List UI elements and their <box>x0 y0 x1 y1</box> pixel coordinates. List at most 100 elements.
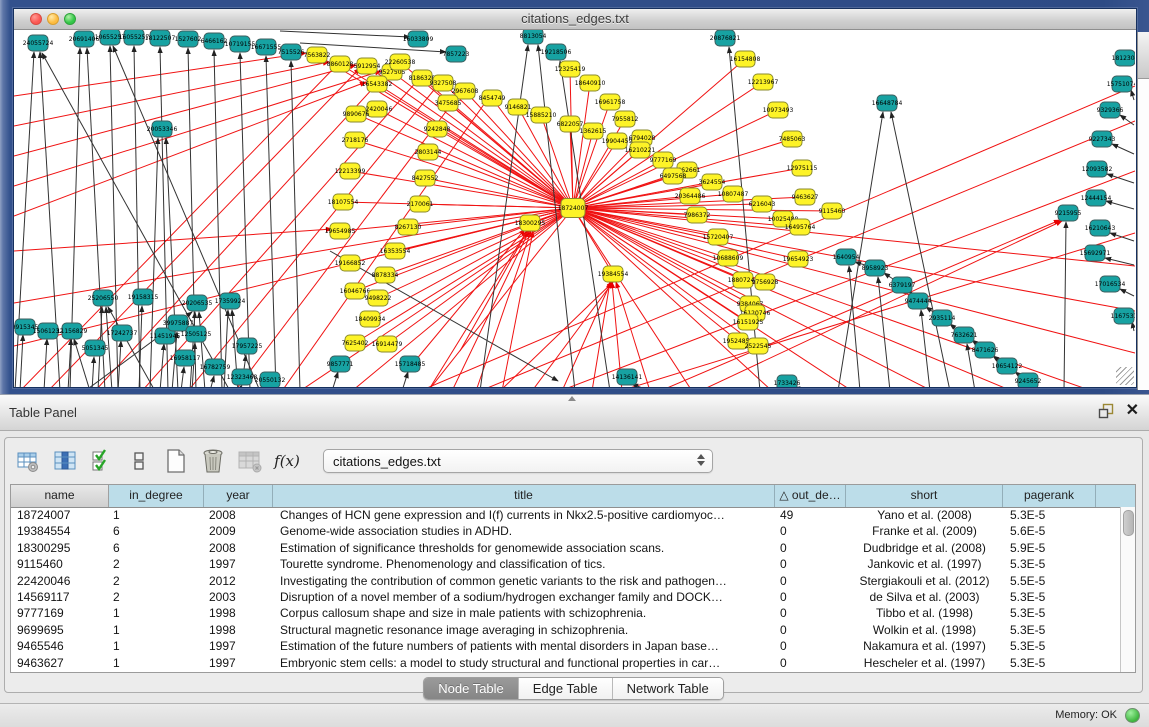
network-node[interactable]: 7986372 <box>684 207 711 223</box>
network-node[interactable]: 9242848 <box>424 121 451 137</box>
column-header-title[interactable]: title <box>273 485 775 507</box>
table-source-select[interactable]: citations_edges.txt <box>323 449 713 473</box>
network-node[interactable]: 1640954 <box>833 249 860 265</box>
network-node[interactable]: 8471626 <box>972 342 999 358</box>
network-node[interactable]: 7857223 <box>443 46 470 62</box>
network-node[interactable]: 20053346 <box>147 121 178 137</box>
network-node[interactable]: 5912954 <box>354 58 381 74</box>
network-node[interactable]: 1733426 <box>774 375 801 387</box>
network-node[interactable]: 9215955 <box>1055 205 1082 221</box>
network-node[interactable]: 1812304 <box>1112 50 1135 66</box>
scrollbar-thumb[interactable] <box>1123 510 1134 536</box>
network-node[interactable]: 2718176 <box>342 132 369 148</box>
table-row[interactable]: 1456911722003Disruption of a novel membe… <box>11 589 1121 605</box>
select-all-icon[interactable] <box>89 448 115 474</box>
network-node[interactable]: 8454749 <box>479 90 506 106</box>
memory-status-indicator[interactable] <box>1125 708 1140 723</box>
network-node[interactable]: 8860128 <box>327 56 354 72</box>
network-node[interactable]: 6466162 <box>201 33 228 49</box>
network-node[interactable]: 2522545 <box>745 338 772 354</box>
network-node[interactable]: 10654122 <box>992 358 1023 374</box>
network-node[interactable]: 18122507 <box>145 30 176 46</box>
network-node[interactable]: 1527602 <box>175 31 202 47</box>
network-node[interactable]: 8878334 <box>372 267 399 283</box>
network-node[interactable]: 19218506 <box>541 44 572 60</box>
network-node[interactable]: 24055724 <box>23 35 54 51</box>
network-node[interactable]: 7515526 <box>278 44 305 60</box>
network-node[interactable]: 11156829 <box>57 323 88 339</box>
network-node[interactable]: 16648784 <box>872 95 903 111</box>
network-node[interactable]: 8267130 <box>395 219 422 235</box>
network-node[interactable]: 18107554 <box>328 194 359 210</box>
panel-divider-handle-icon[interactable] <box>568 396 576 401</box>
network-node[interactable]: 14136141 <box>612 369 643 385</box>
network-node[interactable]: 9890676 <box>343 106 370 122</box>
network-node[interactable]: 6379197 <box>889 277 916 293</box>
column-header-year[interactable]: year <box>204 485 273 507</box>
column-header-name[interactable]: name <box>11 485 109 507</box>
network-node[interactable]: 7955812 <box>612 111 639 127</box>
network-node[interactable]: 9777169 <box>650 152 677 168</box>
network-node[interactable]: 9463627 <box>792 189 819 205</box>
table-row[interactable]: 1830029562008Estimation of significance … <box>11 540 1121 556</box>
network-node[interactable]: 8813054 <box>520 30 547 44</box>
network-node[interactable]: 9756928 <box>752 274 779 290</box>
network-node[interactable]: 12323468 <box>227 369 258 385</box>
network-node[interactable]: 17242737 <box>107 325 138 341</box>
network-canvas[interactable]: 1872400718300295193845547563822886012859… <box>14 30 1135 387</box>
column-header-in_degree[interactable]: in_degree <box>109 485 204 507</box>
network-node[interactable]: 18640910 <box>575 75 606 91</box>
network-node[interactable]: 1167531 <box>1111 308 1135 324</box>
table-row[interactable]: 1938455462009Genome-wide association stu… <box>11 523 1121 539</box>
table-settings-icon[interactable] <box>15 448 41 474</box>
table-row[interactable]: 946362711997Embryonic stem cells: a mode… <box>11 655 1121 671</box>
network-node[interactable]: 25206550 <box>88 290 119 306</box>
network-node[interactable]: 2935114 <box>929 310 956 326</box>
network-node[interactable]: 12213967 <box>748 74 779 90</box>
network-node[interactable]: 6497568 <box>660 168 687 184</box>
network-node[interactable]: 20876821 <box>710 30 741 46</box>
function-builder-icon[interactable]: f(x) <box>274 448 300 474</box>
network-node[interactable]: 5051345 <box>82 340 109 356</box>
table-row[interactable]: 969969511998Structural magnetic resonanc… <box>11 622 1121 638</box>
network-node[interactable]: 19384554 <box>598 266 629 282</box>
network-node[interactable]: 19158315 <box>128 289 159 305</box>
network-node[interactable]: 3475685 <box>435 95 462 111</box>
network-node[interactable]: 17957225 <box>232 338 263 354</box>
network-node[interactable]: 9498222 <box>365 290 392 306</box>
network-node[interactable]: 15718485 <box>395 356 426 372</box>
network-node[interactable]: 6216043 <box>749 196 776 212</box>
delete-table-icon[interactable] <box>200 448 226 474</box>
network-node[interactable]: 9227343 <box>1089 131 1116 147</box>
network-node[interactable]: 9245652 <box>1015 373 1042 387</box>
network-node[interactable]: 2803144 <box>415 144 442 160</box>
network-node[interactable]: 16154808 <box>730 51 761 67</box>
network-node[interactable]: 2170061 <box>407 196 434 212</box>
network-node[interactable]: 7485063 <box>779 131 806 147</box>
network-node[interactable]: 16914479 <box>372 336 403 352</box>
network-node[interactable]: 16961758 <box>595 94 626 110</box>
network-node[interactable]: 9329366 <box>1097 102 1124 118</box>
network-node[interactable]: 7632621 <box>951 327 978 343</box>
vertical-scrollbar[interactable] <box>1120 507 1135 672</box>
network-node[interactable]: 20550132 <box>255 372 286 387</box>
network-node[interactable]: 9474444 <box>905 293 932 309</box>
network-node[interactable]: 9115460 <box>819 203 846 219</box>
table-row[interactable]: 977716911998Corpus callosum shape and si… <box>11 605 1121 621</box>
table-row[interactable]: 911546021997Tourette syndrome. Phenomeno… <box>11 556 1121 572</box>
network-node[interactable]: 7625402 <box>342 335 369 351</box>
resize-grip[interactable] <box>1116 367 1134 385</box>
show-column-icon[interactable] <box>52 448 78 474</box>
network-node[interactable]: 12213399 <box>335 163 366 179</box>
network-node[interactable]: 9857771 <box>327 356 354 372</box>
network-node[interactable]: 12325419 <box>555 61 586 77</box>
rows-icon[interactable] <box>126 448 152 474</box>
table-row[interactable]: 2242004622012Investigating the contribut… <box>11 573 1121 589</box>
network-window-titlebar[interactable]: citations_edges.txt <box>14 9 1136 30</box>
hub-network-node[interactable]: 18724007 <box>558 199 589 218</box>
tab-edge-table[interactable]: Edge Table <box>519 678 613 699</box>
import-table-icon[interactable] <box>237 448 263 474</box>
float-window-icon[interactable] <box>1098 403 1114 419</box>
network-node[interactable]: 15751074 <box>1107 76 1135 92</box>
network-node[interactable]: 12444154 <box>1081 190 1112 206</box>
